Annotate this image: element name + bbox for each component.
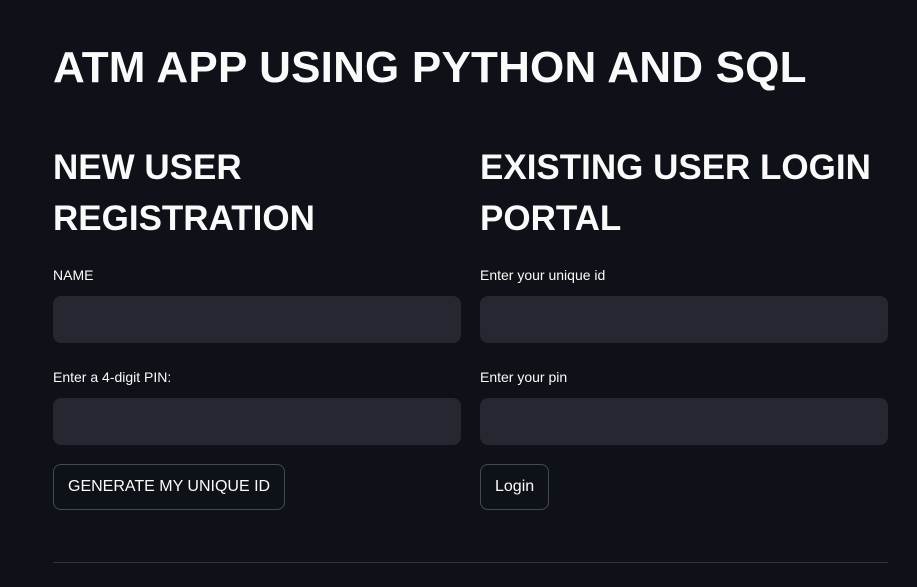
login-pin-label: Enter your pin — [480, 369, 568, 385]
name-input[interactable] — [53, 296, 461, 343]
login-heading-line2: PORTAL — [480, 199, 622, 238]
registration-heading-line2: REGISTRATION — [53, 199, 315, 238]
registration-heading-line1: NEW USER — [53, 148, 242, 187]
login-heading-line1: EXISTING USER LOGIN — [480, 148, 871, 187]
generate-unique-id-button[interactable]: GENERATE MY UNIQUE ID — [53, 464, 286, 510]
login-pin-input[interactable] — [480, 398, 888, 445]
name-label: NAME — [53, 267, 94, 283]
registration-heading: NEW USER REGISTRATION — [53, 142, 461, 244]
registration-section: NEW USER REGISTRATION NAME Enter a 4-dig… — [53, 142, 461, 510]
login-section: EXISTING USER LOGIN PORTAL Enter your un… — [480, 142, 888, 510]
unique-id-input[interactable] — [480, 296, 888, 343]
login-button[interactable]: Login — [480, 464, 550, 510]
divider — [53, 562, 888, 563]
registration-pin-label: Enter a 4-digit PIN: — [53, 369, 172, 385]
page: ATM APP USING PYTHON AND SQL NEW USER RE… — [0, 0, 917, 587]
page-title: ATM APP USING PYTHON AND SQL — [53, 43, 807, 92]
login-heading: EXISTING USER LOGIN PORTAL — [480, 142, 888, 244]
unique-id-label: Enter your unique id — [480, 267, 606, 283]
registration-pin-input[interactable] — [53, 398, 461, 445]
